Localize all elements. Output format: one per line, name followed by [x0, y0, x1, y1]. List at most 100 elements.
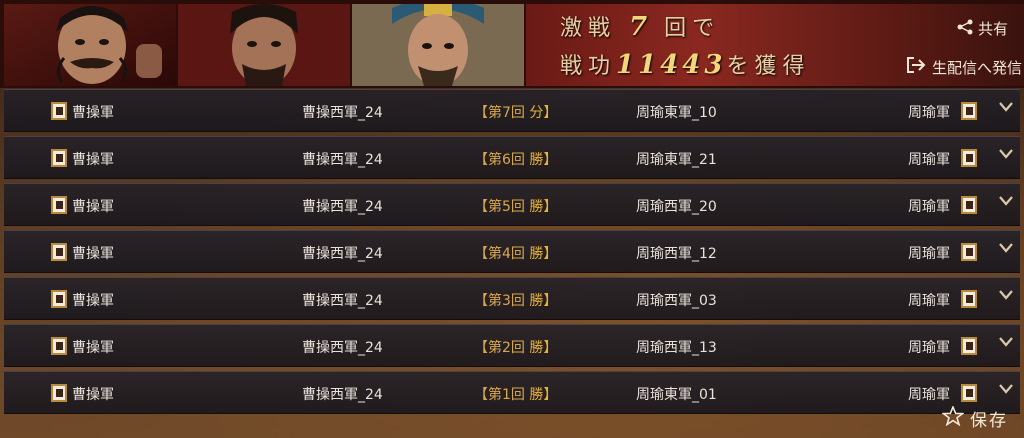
right-army-name: 周瑜軍	[908, 105, 950, 121]
right-player-name: 周瑜西軍_20	[636, 199, 717, 215]
round-label: 【第7回	[474, 105, 525, 121]
banner-flag-icon	[51, 337, 67, 359]
right-player-name: 周瑜西軍_13	[636, 340, 717, 356]
round-result: 【第6回 勝】	[474, 149, 557, 169]
left-player-name: 曹操西軍_24	[302, 105, 383, 121]
banner-flag-icon	[961, 149, 977, 171]
share-icon	[956, 19, 974, 39]
battle-row[interactable]: 曹操軍 曹操西軍_24 【第3回 勝】 周瑜西軍_03 周瑜軍	[4, 277, 1020, 320]
battle-row[interactable]: 曹操軍 曹操西軍_24 【第2回 勝】 周瑜西軍_13 周瑜軍	[4, 324, 1020, 367]
banner-flag-icon	[51, 149, 67, 171]
banner-flag-icon	[51, 384, 67, 406]
left-army-name: 曹操軍	[72, 246, 114, 262]
round-label: 【第4回	[474, 246, 525, 262]
left-army-name: 曹操軍	[72, 340, 114, 356]
banner-flag-icon	[51, 196, 67, 218]
chevron-down-icon[interactable]	[998, 336, 1014, 352]
right-player-name: 周瑜西軍_12	[636, 246, 717, 262]
right-player-name: 周瑜東軍_10	[636, 105, 717, 121]
merit-line: 戦功11443を獲得	[560, 48, 811, 80]
left-army-name: 曹操軍	[72, 105, 114, 121]
outcome-label: 勝】	[529, 293, 558, 309]
result-header: 激戦 7 回で 戦功11443を獲得 共有 生配信へ発信	[0, 0, 1024, 88]
round-result: 【第1回 勝】	[474, 384, 557, 404]
chevron-down-icon[interactable]	[998, 383, 1014, 399]
battle-unit: 回で	[664, 16, 721, 41]
outcome-label: 分】	[529, 105, 558, 121]
battle-count: 7	[629, 12, 652, 42]
share-button[interactable]: 共有	[956, 18, 1008, 39]
banner-flag-icon	[961, 337, 977, 359]
merit-label: 戦功	[560, 54, 617, 79]
outcome-label: 勝】	[529, 387, 558, 403]
round-label: 【第6回	[474, 152, 525, 168]
round-label: 【第1回	[474, 387, 525, 403]
right-player-name: 周瑜東軍_01	[636, 387, 717, 403]
round-result: 【第7回 分】	[474, 102, 557, 122]
left-player-name: 曹操西軍_24	[302, 246, 383, 262]
banner-flag-icon	[51, 290, 67, 312]
left-player-name: 曹操西軍_24	[302, 340, 383, 356]
battle-summary-banner: 激戦 7 回で 戦功11443を獲得 共有 生配信へ発信	[526, 4, 1024, 86]
right-player-name: 周瑜西軍_03	[636, 293, 717, 309]
round-result: 【第5回 勝】	[474, 196, 557, 216]
battle-record-list: 曹操軍 曹操西軍_24 【第7回 分】 周瑜東軍_10 周瑜軍 曹操軍 曹操西軍…	[4, 89, 1020, 418]
left-player-name: 曹操西軍_24	[302, 293, 383, 309]
left-player-name: 曹操西軍_24	[302, 199, 383, 215]
banner-flag-icon	[51, 243, 67, 265]
round-result: 【第3回 勝】	[474, 290, 557, 310]
battle-label: 激戦	[560, 16, 617, 41]
battle-row[interactable]: 曹操軍 曹操西軍_24 【第6回 勝】 周瑜東軍_21 周瑜軍	[4, 136, 1020, 179]
chevron-down-icon[interactable]	[998, 242, 1014, 258]
chevron-down-icon[interactable]	[998, 148, 1014, 164]
banner-flag-icon	[961, 290, 977, 312]
right-army-name: 周瑜軍	[908, 246, 950, 262]
right-army-name: 周瑜軍	[908, 152, 950, 168]
left-army-name: 曹操軍	[72, 387, 114, 403]
live-broadcast-button[interactable]: 生配信へ発信	[906, 56, 1022, 78]
outcome-label: 勝】	[529, 199, 558, 215]
export-icon	[906, 56, 926, 78]
outcome-label: 勝】	[529, 246, 558, 262]
right-army-name: 周瑜軍	[908, 199, 950, 215]
battle-count-line: 激戦 7 回で	[560, 10, 720, 42]
general-portrait-3	[352, 4, 524, 86]
left-army-name: 曹操軍	[72, 152, 114, 168]
live-label: 生配信へ発信	[931, 58, 1022, 77]
round-label: 【第5回	[474, 199, 525, 215]
left-army-name: 曹操軍	[72, 199, 114, 215]
banner-flag-icon	[961, 243, 977, 265]
battle-row[interactable]: 曹操軍 曹操西軍_24 【第4回 勝】 周瑜西軍_12 周瑜軍	[4, 230, 1020, 273]
save-button[interactable]: 保存	[941, 404, 1008, 431]
right-player-name: 周瑜東軍_21	[636, 152, 717, 168]
banner-flag-icon	[51, 102, 67, 124]
right-army-name: 周瑜軍	[908, 293, 950, 309]
save-label: 保存	[970, 411, 1008, 431]
merit-suffix: を獲得	[726, 54, 811, 79]
battle-row[interactable]: 曹操軍 曹操西軍_24 【第5回 勝】 周瑜西軍_20 周瑜軍	[4, 183, 1020, 226]
left-player-name: 曹操西軍_24	[302, 152, 383, 168]
banner-flag-icon	[961, 102, 977, 124]
merit-points: 11443	[616, 50, 727, 80]
right-army-name: 周瑜軍	[908, 340, 950, 356]
outcome-label: 勝】	[529, 152, 558, 168]
banner-flag-icon	[961, 196, 977, 218]
round-result: 【第2回 勝】	[474, 337, 557, 357]
right-army-name: 周瑜軍	[908, 387, 950, 403]
banner-flag-icon	[961, 384, 977, 406]
general-portrait-1	[4, 4, 176, 86]
chevron-down-icon[interactable]	[998, 101, 1014, 117]
round-label: 【第3回	[474, 293, 525, 309]
share-label: 共有	[977, 20, 1008, 38]
star-icon	[941, 404, 965, 431]
general-portrait-2	[178, 4, 350, 86]
battle-row[interactable]: 曹操軍 曹操西軍_24 【第1回 勝】 周瑜東軍_01 周瑜軍	[4, 371, 1020, 414]
outcome-label: 勝】	[529, 340, 558, 356]
left-army-name: 曹操軍	[72, 293, 114, 309]
battle-row[interactable]: 曹操軍 曹操西軍_24 【第7回 分】 周瑜東軍_10 周瑜軍	[4, 89, 1020, 132]
round-result: 【第4回 勝】	[474, 243, 557, 263]
chevron-down-icon[interactable]	[998, 289, 1014, 305]
chevron-down-icon[interactable]	[998, 195, 1014, 211]
left-player-name: 曹操西軍_24	[302, 387, 383, 403]
round-label: 【第2回	[474, 340, 525, 356]
